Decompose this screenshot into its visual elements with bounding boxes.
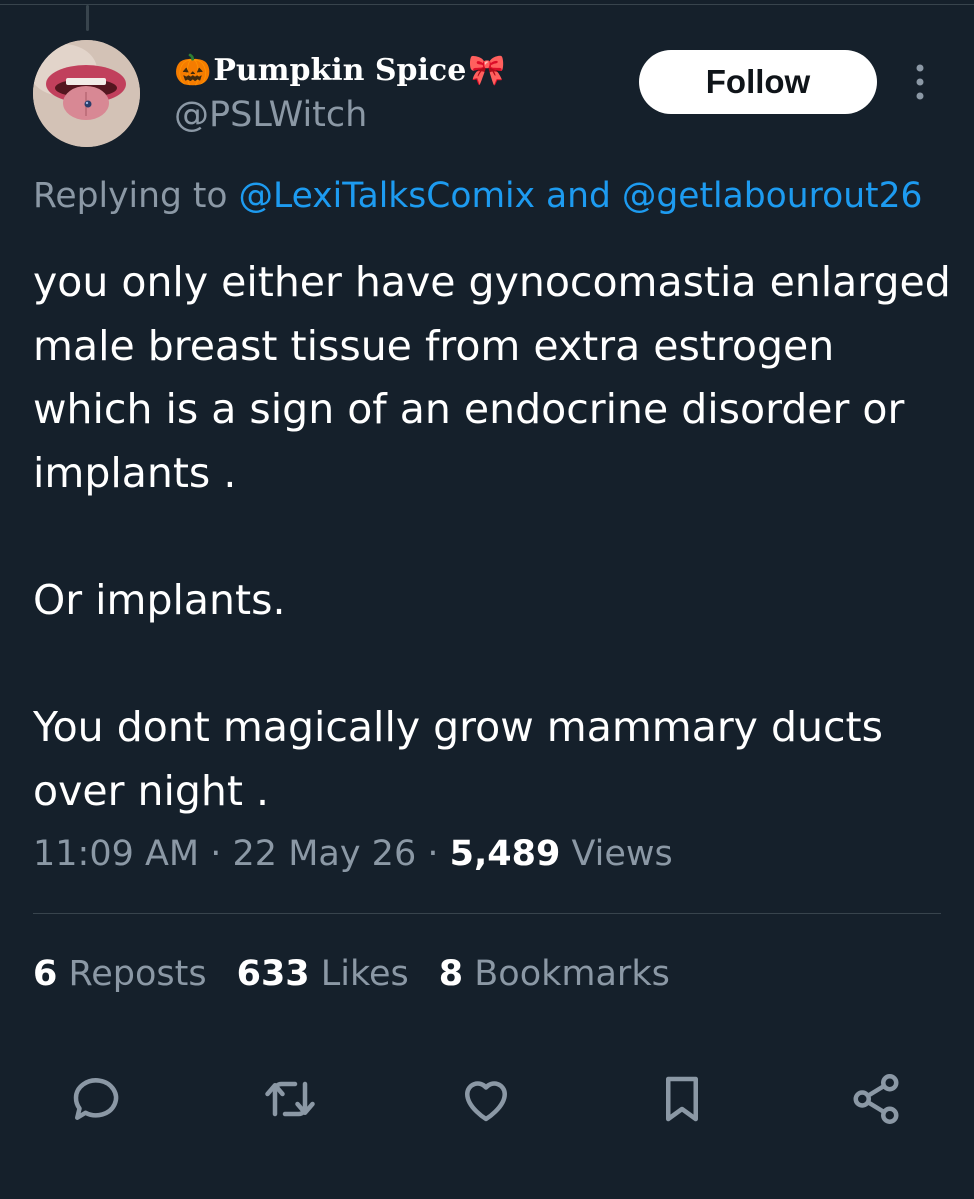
reply-icon[interactable] [66,1069,126,1129]
user-handle[interactable]: @PSLWitch [174,95,367,135]
tweet-date[interactable]: 22 May 26 [233,834,417,874]
display-name[interactable]: 🎃 Pumpkin Spice 🎀 [174,50,506,90]
views-count: 5,489 [449,834,561,874]
replying-to-prefix: Replying to [33,176,239,216]
tweet-time[interactable]: 11:09 AM [33,834,199,874]
mention-link[interactable]: @getlabourout26 [622,176,923,216]
top-divider [0,4,974,5]
likes-stat[interactable]: 633 Likes [237,954,409,994]
tweet-text: you only either have gynocomastia enlarg… [33,251,953,823]
bookmarks-count: 8 [438,954,464,994]
meta-separator: · [199,834,233,874]
heart-icon[interactable] [456,1069,516,1129]
stats-divider [33,913,941,914]
repost-icon[interactable] [260,1069,320,1129]
replying-to-line: Replying to @LexiTalksComix and @getlabo… [33,176,974,226]
reposts-stat[interactable]: 6 Reposts [33,954,207,994]
meta-separator: · [416,834,450,874]
bookmarks-label: Bookmarks [463,954,670,994]
likes-label: Likes [309,954,409,994]
more-icon[interactable] [906,62,934,102]
share-icon[interactable] [846,1069,906,1129]
reposts-label: Reposts [57,954,207,994]
mention-conjunction[interactable]: and [535,176,622,216]
bookmarks-stat[interactable]: 8 Bookmarks [439,954,670,994]
likes-count: 633 [236,954,310,994]
display-name-text: Pumpkin Spice [213,52,467,88]
avatar[interactable] [33,40,140,147]
follow-button[interactable]: Follow [639,50,877,114]
mention-link[interactable]: @LexiTalksComix [238,176,535,216]
thread-connector-line [86,5,89,31]
tweet-paragraph: Or implants. [33,575,286,624]
bookmark-icon[interactable] [652,1069,712,1129]
tweet-meta: 11:09 AM · 22 May 26 · 5,489 Views [33,834,673,874]
views-label: Views [560,834,673,874]
ribbon-emoji: 🎀 [468,52,506,88]
engagement-stats: 6 Reposts 633 Likes 8 Bookmarks [33,954,700,994]
reposts-count: 6 [33,954,58,994]
pumpkin-emoji: 🎃 [174,52,212,88]
tweet-paragraph: you only either have gynocomastia enlarg… [33,258,951,497]
tweet-paragraph: You dont magically grow mammary ducts ov… [33,703,883,815]
